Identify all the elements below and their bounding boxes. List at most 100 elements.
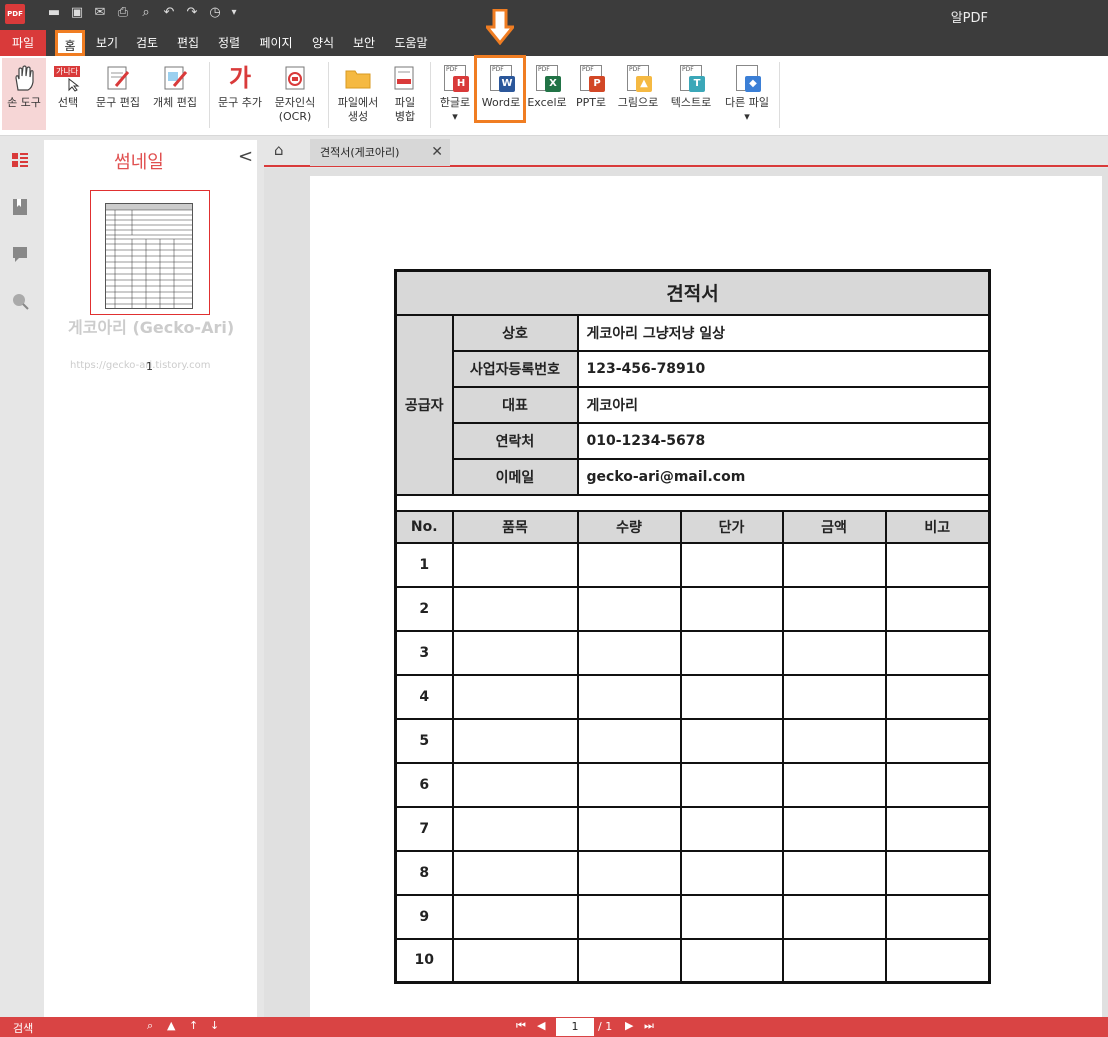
row-number: 4 — [394, 673, 454, 720]
convert-to-other-button[interactable]: ◆ 다른 파일 ▾ — [720, 58, 774, 130]
column-header: 단가 — [679, 509, 784, 544]
convert-to-hwp-button[interactable]: PDF H 한글로 ▾ — [436, 58, 474, 130]
thumbnail-preview — [105, 203, 193, 309]
other-dropdown-icon[interactable]: ▾ — [720, 110, 774, 124]
menu-view[interactable]: 보기 — [91, 30, 123, 56]
mail-icon[interactable]: ✉ — [92, 5, 108, 21]
app-title: 알PDF — [950, 11, 988, 26]
ocr-icon — [281, 64, 309, 92]
spacer-row — [394, 493, 991, 512]
menu-edit[interactable]: 편집 — [172, 30, 204, 56]
search-icon[interactable] — [11, 292, 29, 310]
menu-help[interactable]: 도움말 — [389, 30, 433, 56]
convert-to-ppt-button[interactable]: PDF P PPT로 — [572, 58, 610, 130]
thumbnail-panel: 썸네일 < 게코아리 (Gecko-Ari) https://gecko-ari… — [44, 140, 257, 1017]
home-tab-icon[interactable]: ⌂ — [274, 141, 284, 159]
folder-icon — [344, 64, 372, 92]
convert-to-image-button[interactable]: PDF ▲ 그림으로 — [614, 58, 662, 130]
table-row: 8 — [394, 849, 991, 896]
document-tab[interactable]: 견적서(게코아리) ✕ — [310, 139, 450, 166]
ocr-button[interactable]: 문자인식 (OCR) — [270, 58, 320, 130]
hand-tool-button[interactable]: 손 도구 — [2, 58, 46, 130]
ribbon-toolbar: 손 도구 가나다 선택 문구 편집 개체 편집 가 문구 추가 문자인식 (OC… — [0, 56, 1108, 136]
last-page-icon[interactable]: ⏭ — [644, 1019, 654, 1033]
thumbnail-panel-icon[interactable] — [11, 151, 29, 169]
row-number: 9 — [394, 893, 454, 940]
select-button[interactable]: 가나다 선택 — [50, 58, 86, 130]
merge-files-button[interactable]: 파일 병합 — [388, 58, 422, 130]
info-label: 상호 — [451, 313, 579, 352]
hwp-file-icon: PDF H — [441, 64, 469, 92]
ribbon-separator — [209, 62, 210, 128]
menu-home[interactable]: 홈 — [55, 30, 85, 56]
comment-icon[interactable] — [11, 245, 29, 263]
row-number: 3 — [394, 629, 454, 676]
image-file-icon: PDF ▲ — [624, 64, 652, 92]
total-pages: / 1 — [598, 1020, 613, 1033]
create-from-file-button[interactable]: 파일에서 생성 — [333, 58, 383, 130]
object-edit-icon — [161, 64, 189, 92]
customize-dropdown-icon[interactable]: ▾ — [226, 5, 242, 21]
menu-security[interactable]: 보안 — [348, 30, 380, 56]
info-label: 사업자등록번호 — [451, 349, 579, 388]
document-viewer[interactable]: 견적서 공급자 상호 게코아리 그냥저냥 일상 사업자등록번호 123-456-… — [264, 168, 1108, 1026]
print-preview-icon[interactable]: ⌕ — [138, 5, 154, 21]
search-prev-icon[interactable]: ↑ — [189, 1019, 198, 1032]
menu-bar: 파일 홈 보기 검토 편집 정렬 페이지 양식 보안 도움말 — [0, 30, 1108, 56]
undo-icon[interactable]: ↶ — [161, 5, 177, 21]
ppt-file-icon: PDF P — [577, 64, 605, 92]
first-page-icon[interactable]: ⏮ — [516, 1019, 526, 1033]
table-row: 2 — [394, 585, 991, 632]
hwp-dropdown-icon[interactable]: ▾ — [436, 110, 474, 124]
column-header: 품목 — [451, 509, 579, 544]
prev-page-icon[interactable]: ◀ — [537, 1019, 545, 1032]
page-number-input[interactable]: 1 — [556, 1018, 594, 1036]
menu-file[interactable]: 파일 — [0, 30, 46, 56]
status-search-label: 검색 — [13, 1022, 34, 1035]
table-row: 1 — [394, 541, 991, 588]
hand-icon — [10, 64, 38, 92]
search-next-icon[interactable]: ↓ — [210, 1019, 219, 1032]
text-edit-button[interactable]: 문구 편집 — [92, 58, 144, 130]
redo-icon[interactable]: ↷ — [184, 5, 200, 21]
info-label: 대표 — [451, 385, 579, 424]
column-header: 금액 — [781, 509, 887, 544]
quote-title: 견적서 — [394, 269, 991, 316]
app-logo: PDF — [5, 4, 25, 24]
text-add-button[interactable]: 가 문구 추가 — [214, 58, 266, 130]
info-value: 010-1234-5678 — [576, 421, 991, 460]
watermark-text: 게코아리 (Gecko-Ari) — [68, 318, 235, 337]
left-panel-bar — [0, 137, 40, 1017]
search-icon[interactable]: ⌕ — [147, 1019, 153, 1033]
menu-review[interactable]: 검토 — [131, 30, 163, 56]
collapse-panel-icon[interactable]: < — [238, 146, 253, 167]
menu-arrange[interactable]: 정렬 — [213, 30, 245, 56]
table-row: 7 — [394, 805, 991, 852]
convert-to-excel-button[interactable]: PDF X Excel로 — [526, 58, 568, 130]
recent-docs-icon[interactable]: ◷ — [207, 5, 223, 21]
object-edit-button[interactable]: 개체 편집 — [148, 58, 202, 130]
table-row: 10 — [394, 937, 991, 984]
close-tab-icon[interactable]: ✕ — [431, 139, 443, 166]
menu-form[interactable]: 양식 — [307, 30, 339, 56]
save-icon[interactable]: ▣ — [69, 5, 85, 21]
convert-to-text-button[interactable]: PDF T 텍스트로 — [666, 58, 716, 130]
page-thumbnail[interactable] — [90, 190, 210, 315]
merge-icon — [391, 64, 419, 92]
menu-page[interactable]: 페이지 — [254, 30, 298, 56]
table-row: 4 — [394, 673, 991, 720]
down-arrow-icon — [486, 9, 514, 45]
word-highlight-box — [474, 55, 526, 123]
row-number: 2 — [394, 585, 454, 632]
search-options-icon[interactable]: ▲ — [167, 1019, 175, 1032]
print-icon[interactable]: ⎙ — [115, 5, 131, 21]
text-edit-icon — [104, 64, 132, 92]
info-value: gecko-ari@mail.com — [576, 457, 991, 496]
next-page-icon[interactable]: ▶ — [625, 1019, 633, 1032]
info-value: 게코아리 그냥저냥 일상 — [576, 313, 991, 352]
table-row: 6 — [394, 761, 991, 808]
open-folder-icon[interactable]: ▬ — [46, 5, 62, 21]
document-tab-label: 견적서(게코아리) — [320, 146, 400, 159]
supplier-label: 공급자 — [394, 313, 454, 496]
bookmark-icon[interactable] — [11, 198, 29, 216]
